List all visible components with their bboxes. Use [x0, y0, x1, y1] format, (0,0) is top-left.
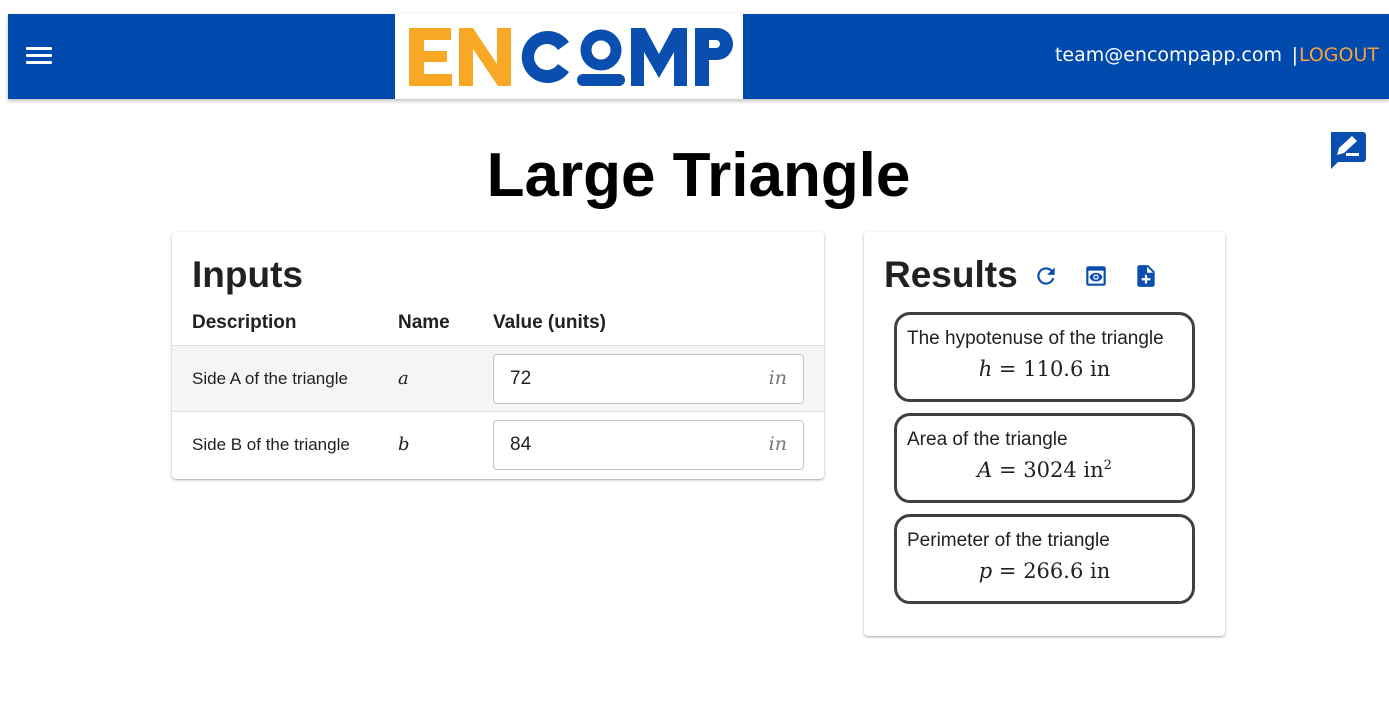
unit-exponent: 2 — [1103, 458, 1112, 473]
result-label: The hypotenuse of the triangle — [907, 328, 1164, 349]
side-a-input[interactable] — [494, 355, 734, 403]
add-report-icon[interactable] — [1133, 263, 1159, 289]
input-description: Side A of the triangle — [192, 369, 348, 388]
side-a-field[interactable]: in — [493, 354, 804, 404]
result-value: 3024 — [1023, 458, 1077, 482]
column-header-description: Description — [192, 312, 297, 333]
inputs-title: Inputs — [192, 254, 303, 295]
result-unit: in — [1083, 458, 1104, 482]
result-value: 266.6 — [1023, 559, 1084, 583]
user-email: team@encompapp.com — [1054, 44, 1282, 66]
side-b-input[interactable] — [494, 421, 734, 469]
unit-label: in — [768, 367, 787, 389]
side-b-field[interactable]: in — [493, 420, 804, 470]
result-perimeter: Perimeter of the triangle p = 266.6 in — [894, 514, 1195, 604]
equals-sign: = — [998, 559, 1017, 583]
input-description: Side B of the triangle — [192, 435, 350, 454]
results-card: Results The hypotenuse of the triangle h… — [864, 232, 1225, 636]
result-unit: in — [1090, 357, 1111, 381]
unit-label: in — [768, 433, 787, 455]
column-header-name: Name — [398, 312, 450, 333]
inputs-card: Inputs Description Name Value (units) Si… — [172, 232, 824, 479]
result-formula: A = 3024 in2 — [897, 458, 1192, 482]
top-app-bar: team@encompapp.com | LOGOUT — [8, 14, 1389, 99]
result-unit: in — [1090, 559, 1111, 583]
results-title: Results — [884, 254, 1018, 295]
variable-name: a — [398, 368, 409, 389]
refresh-icon[interactable] — [1033, 263, 1059, 289]
result-formula: p = 266.6 in — [897, 559, 1192, 583]
page-title: Large Triangle — [486, 141, 911, 210]
logout-button[interactable]: LOGOUT — [1299, 44, 1379, 66]
equals-sign: = — [998, 357, 1017, 381]
result-formula: h = 110.6 in — [897, 357, 1192, 381]
result-variable: h — [978, 357, 993, 381]
result-label: Area of the triangle — [907, 429, 1068, 450]
input-row-a: Side A of the triangle a in — [172, 345, 824, 411]
result-area: Area of the triangle A = 3024 in2 — [894, 413, 1195, 503]
result-value: 110.6 — [1023, 357, 1084, 381]
result-hypotenuse: The hypotenuse of the triangle h = 110.6… — [894, 312, 1195, 402]
variable-name: b — [398, 434, 410, 455]
input-row-b: Side B of the triangle b in — [172, 411, 824, 477]
column-header-value: Value (units) — [493, 312, 606, 333]
result-label: Perimeter of the triangle — [907, 530, 1110, 551]
header-separator: | — [1291, 44, 1298, 66]
encomp-logo — [409, 28, 733, 86]
equals-sign: = — [998, 458, 1017, 482]
menu-icon[interactable] — [26, 44, 52, 68]
result-variable: A — [977, 458, 993, 482]
preview-icon[interactable] — [1083, 263, 1109, 289]
result-variable: p — [978, 559, 993, 583]
logo[interactable] — [395, 14, 743, 99]
